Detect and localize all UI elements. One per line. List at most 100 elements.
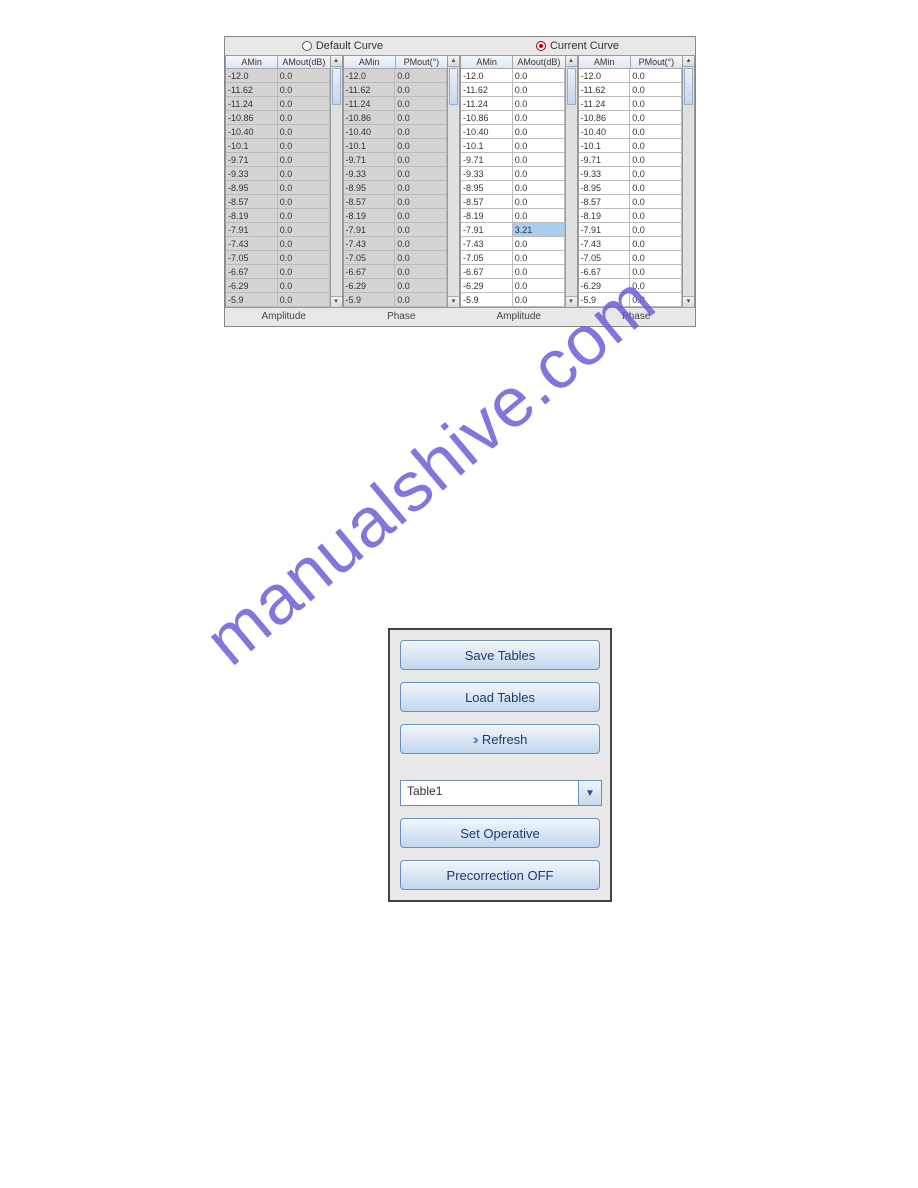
table-row[interactable]: -5.90.0 xyxy=(461,293,565,307)
cell-value[interactable]: 0.0 xyxy=(395,223,447,237)
cell-value[interactable]: 0.0 xyxy=(278,195,330,209)
cell-value[interactable]: 0.0 xyxy=(513,167,565,181)
set-operative-button[interactable]: Set Operative xyxy=(400,818,600,848)
table-select-dropdown[interactable]: Table1 ▼ xyxy=(400,780,602,806)
cell-value[interactable]: 0.0 xyxy=(278,181,330,195)
table-row[interactable]: -8.950.0 xyxy=(461,181,565,195)
table-row[interactable]: -11.620.0 xyxy=(579,83,683,97)
refresh-button[interactable]: ›› Refresh xyxy=(400,724,600,754)
cell-value[interactable]: 0.0 xyxy=(630,279,682,293)
scroll-down-icon[interactable]: ▾ xyxy=(331,296,342,307)
cell-amin[interactable]: -10.1 xyxy=(579,139,631,153)
table-row[interactable]: -10.10.0 xyxy=(344,139,448,153)
cell-value[interactable]: 0.0 xyxy=(630,293,682,307)
scrollbar[interactable]: ▴ ▾ xyxy=(331,55,343,308)
table-row[interactable]: -9.330.0 xyxy=(461,167,565,181)
table-row[interactable]: -8.190.0 xyxy=(461,209,565,223)
table-row[interactable]: -9.710.0 xyxy=(226,153,330,167)
cell-value[interactable]: 0.0 xyxy=(630,209,682,223)
cell-value[interactable]: 0.0 xyxy=(278,279,330,293)
scroll-thumb[interactable] xyxy=(449,68,458,105)
cell-value[interactable]: 0.0 xyxy=(278,83,330,97)
table-row[interactable]: -8.570.0 xyxy=(579,195,683,209)
scroll-up-icon[interactable]: ▴ xyxy=(331,56,342,67)
table-row[interactable]: -6.670.0 xyxy=(226,265,330,279)
table-row[interactable]: -6.290.0 xyxy=(344,279,448,293)
table-row[interactable]: -6.290.0 xyxy=(226,279,330,293)
cell-amin[interactable]: -9.33 xyxy=(579,167,631,181)
cell-amin[interactable]: -12.0 xyxy=(344,69,396,83)
scroll-up-icon[interactable]: ▴ xyxy=(448,56,459,67)
cell-value[interactable]: 0.0 xyxy=(513,251,565,265)
cell-amin[interactable]: -7.91 xyxy=(344,223,396,237)
cell-value[interactable]: 0.0 xyxy=(278,251,330,265)
cell-value[interactable]: 0.0 xyxy=(395,153,447,167)
cell-amin[interactable]: -7.05 xyxy=(461,251,513,265)
scroll-up-icon[interactable]: ▴ xyxy=(683,56,694,67)
table-row[interactable]: -8.950.0 xyxy=(579,181,683,195)
table-row[interactable]: -9.710.0 xyxy=(344,153,448,167)
cell-amin[interactable]: -8.95 xyxy=(344,181,396,195)
cell-amin[interactable]: -6.67 xyxy=(461,265,513,279)
cell-amin[interactable]: -10.1 xyxy=(226,139,278,153)
cell-value[interactable]: 0.0 xyxy=(513,265,565,279)
table-row[interactable]: -10.860.0 xyxy=(579,111,683,125)
cell-amin[interactable]: -6.67 xyxy=(579,265,631,279)
table-row[interactable]: -8.950.0 xyxy=(226,181,330,195)
cell-amin[interactable]: -10.40 xyxy=(226,125,278,139)
cell-value[interactable]: 0.0 xyxy=(278,97,330,111)
cell-value[interactable]: 0.0 xyxy=(630,223,682,237)
scroll-down-icon[interactable]: ▾ xyxy=(448,296,459,307)
table-row[interactable]: -9.330.0 xyxy=(344,167,448,181)
table-row[interactable]: -8.190.0 xyxy=(579,209,683,223)
table-row[interactable]: -8.190.0 xyxy=(344,209,448,223)
table-row[interactable]: -9.710.0 xyxy=(579,153,683,167)
table-row[interactable]: -6.290.0 xyxy=(461,279,565,293)
cell-value[interactable]: 0.0 xyxy=(395,69,447,83)
cell-value[interactable]: 0.0 xyxy=(395,279,447,293)
cell-value[interactable]: 0.0 xyxy=(513,153,565,167)
cell-value[interactable]: 0.0 xyxy=(395,293,447,307)
cell-value[interactable]: 0.0 xyxy=(630,265,682,279)
cell-value[interactable]: 0.0 xyxy=(630,153,682,167)
scroll-up-icon[interactable]: ▴ xyxy=(566,56,577,67)
cell-value[interactable]: 0.0 xyxy=(278,265,330,279)
cell-value[interactable]: 0.0 xyxy=(630,139,682,153)
cell-value[interactable]: 0.0 xyxy=(513,279,565,293)
scrollbar[interactable]: ▴ ▾ xyxy=(683,55,695,308)
cell-amin[interactable]: -5.9 xyxy=(226,293,278,307)
table-row[interactable]: -12.00.0 xyxy=(579,69,683,83)
cell-amin[interactable]: -5.9 xyxy=(461,293,513,307)
cell-value[interactable]: 0.0 xyxy=(395,209,447,223)
cell-value[interactable]: 0.0 xyxy=(395,265,447,279)
cell-amin[interactable]: -6.67 xyxy=(226,265,278,279)
cell-amin[interactable]: -9.33 xyxy=(344,167,396,181)
cell-amin[interactable]: -9.71 xyxy=(344,153,396,167)
cell-value[interactable]: 0.0 xyxy=(513,293,565,307)
cell-value[interactable]: 0.0 xyxy=(395,251,447,265)
cell-amin[interactable]: -11.62 xyxy=(344,83,396,97)
cell-value[interactable]: 0.0 xyxy=(513,125,565,139)
cell-value[interactable]: 0.0 xyxy=(395,125,447,139)
cell-amin[interactable]: -9.71 xyxy=(461,153,513,167)
cell-amin[interactable]: -8.19 xyxy=(579,209,631,223)
cell-value[interactable]: 3.21 xyxy=(513,223,565,237)
scroll-thumb[interactable] xyxy=(684,68,693,105)
table-row[interactable]: -11.240.0 xyxy=(344,97,448,111)
cell-amin[interactable]: -10.86 xyxy=(226,111,278,125)
table-row[interactable]: -10.860.0 xyxy=(461,111,565,125)
cell-amin[interactable]: -8.19 xyxy=(226,209,278,223)
cell-amin[interactable]: -7.43 xyxy=(344,237,396,251)
table-row[interactable]: -7.910.0 xyxy=(579,223,683,237)
cell-value[interactable]: 0.0 xyxy=(513,139,565,153)
cell-amin[interactable]: -7.05 xyxy=(579,251,631,265)
cell-value[interactable]: 0.0 xyxy=(630,125,682,139)
cell-amin[interactable]: -6.29 xyxy=(579,279,631,293)
cell-amin[interactable]: -6.29 xyxy=(461,279,513,293)
load-tables-button[interactable]: Load Tables xyxy=(400,682,600,712)
table-row[interactable]: -11.240.0 xyxy=(579,97,683,111)
scrollbar[interactable]: ▴ ▾ xyxy=(566,55,578,308)
table-row[interactable]: -7.430.0 xyxy=(579,237,683,251)
table-row[interactable]: -12.00.0 xyxy=(344,69,448,83)
cell-value[interactable]: 0.0 xyxy=(278,237,330,251)
